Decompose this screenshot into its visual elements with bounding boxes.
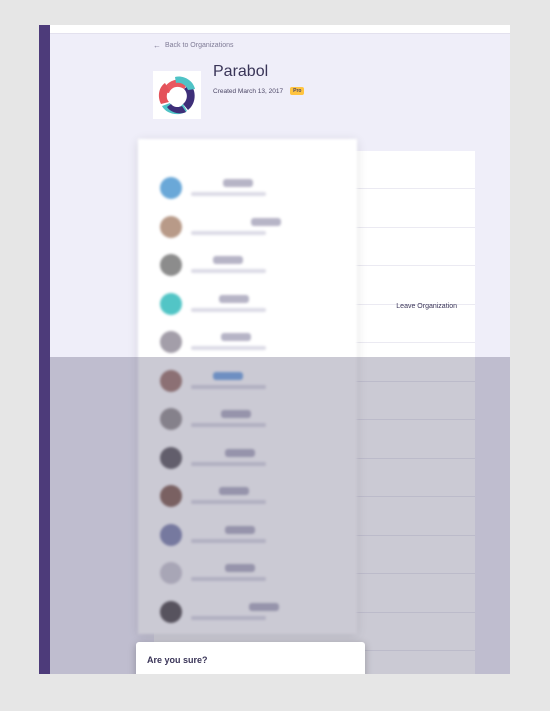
org-name: Parabol [213,63,269,80]
member-row[interactable] [138,208,357,246]
avatar [160,331,182,353]
back-to-organizations-link[interactable]: ← Back to Organizations [153,41,233,50]
avatar [160,292,182,315]
back-link-label: Back to Organizations [165,42,234,49]
avatar [160,215,182,238]
modal-overlay[interactable] [50,357,510,674]
arrow-left-icon: ← [153,41,161,50]
confirm-dialog: Are you sure? [136,642,365,674]
member-row[interactable] [138,285,357,323]
org-created-date: Created March 13, 2017 [213,87,284,95]
member-email [191,346,266,350]
member-row[interactable] [138,323,357,361]
member-email [191,192,266,196]
member-row[interactable] [138,246,357,284]
parabol-logo-icon [158,76,195,115]
member-row[interactable] [138,169,357,207]
avatar [160,254,182,276]
member-email [191,230,266,235]
member-email [191,307,266,312]
member-role-tag [251,217,281,226]
member-role-tag [221,333,251,341]
app-window: ← Back to Organizations Parabol Created … [39,25,510,674]
member-email [191,269,266,273]
leave-organization-link[interactable]: Leave Organization [396,303,457,310]
dialog-title: Are you sure? [147,655,208,665]
avatar [160,177,182,199]
member-role-tag [223,179,253,187]
member-role-tag [213,256,243,264]
org-created-line: Created March 13, 2017 Pro [213,87,305,95]
org-logo [153,71,201,119]
left-sidebar-rail [39,25,50,674]
tier-badge: Pro [290,87,305,95]
top-bar [50,25,510,34]
member-role-tag [219,294,249,303]
